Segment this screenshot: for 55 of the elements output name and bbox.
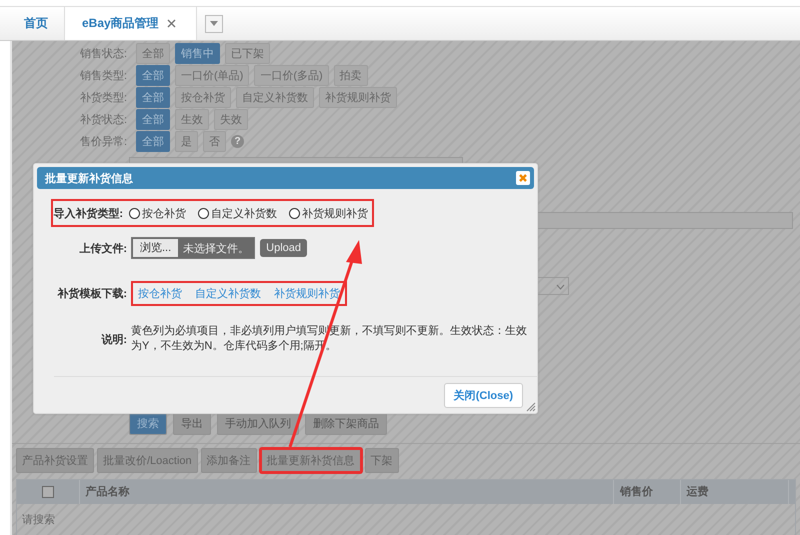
chevron-down-icon [556, 284, 565, 290]
toolbar-button[interactable]: 添加备注 [200, 448, 257, 473]
filter-option[interactable]: 自定义补货数 [236, 87, 314, 108]
tab-menu-button[interactable] [204, 14, 223, 32]
filter-option[interactable]: 失效 [214, 109, 248, 130]
toolbar-button[interactable]: 批量改价/Loaction [97, 448, 198, 473]
toolbar-button[interactable]: 产品补货设置 [16, 448, 94, 473]
checkbox[interactable] [42, 486, 54, 498]
filter-option[interactable]: 全部 [136, 109, 170, 130]
radio-option[interactable]: 补货规则补货 [289, 206, 368, 220]
filter-label: 销售状态: [80, 46, 128, 61]
filter-option[interactable]: 一口价(多品) [254, 65, 329, 86]
filter-label: 补货状态: [80, 112, 128, 127]
field-label: 说明: [100, 332, 127, 346]
help-badge[interactable]: ? [231, 135, 244, 148]
dialog-title: 批量更新补货信息 [45, 172, 133, 186]
close-button[interactable] [516, 171, 530, 185]
field-label: 上传文件: [78, 242, 127, 256]
close-button[interactable]: 关闭(Close) [444, 382, 523, 408]
download-link[interactable]: 按仓补货 [138, 286, 182, 301]
field-label: 补货模板下载: [56, 286, 127, 301]
filter-option[interactable]: 补货规则补货 [319, 87, 397, 108]
empty-message: 请搜索 [21, 512, 56, 528]
filter-option[interactable]: 销售中 [175, 43, 220, 64]
toolbar-button[interactable]: 批量更新补货信息 [260, 448, 362, 473]
filter-option[interactable]: 按仓补货 [175, 87, 231, 108]
filter-option[interactable]: 全部 [136, 43, 170, 64]
filter-option[interactable]: 拍卖 [334, 65, 368, 86]
download-link[interactable]: 自定义补货数 [195, 286, 261, 301]
column-header: 运费 [680, 480, 789, 504]
download-link[interactable]: 补货规则补货 [274, 286, 340, 301]
radio-option[interactable]: 按仓补货 [129, 206, 186, 220]
filter-option[interactable]: 全部 [136, 131, 170, 152]
filter-label: 售价异常: [80, 135, 128, 149]
filter-option[interactable]: 一口价(单品) [175, 65, 250, 86]
filter-option[interactable]: 生效 [175, 109, 209, 130]
column-header: 销售价 [614, 480, 681, 504]
filter-label: 销售类型: [80, 69, 128, 83]
upload-button[interactable]: Upload [260, 239, 308, 257]
resize-grip-icon[interactable] [526, 402, 536, 412]
close-icon[interactable] [166, 19, 176, 28]
column-header: 产品名称 [80, 480, 614, 504]
filter-option[interactable]: 已下架 [225, 43, 270, 64]
toolbar-button[interactable]: 下架 [364, 448, 399, 473]
filter-option[interactable]: 是 [175, 131, 198, 152]
tab[interactable]: eBay商品管理 [65, 7, 197, 40]
caret-icon [210, 21, 218, 26]
field-label: 导入补货类型: [53, 206, 123, 220]
close-icon [518, 173, 528, 183]
file-input[interactable]: 浏览... 未选择文件。 [131, 237, 256, 259]
filter-option[interactable]: 全部 [136, 65, 170, 86]
radio-option[interactable]: 自定义补货数 [198, 206, 277, 220]
filter-option[interactable]: 全部 [136, 87, 170, 108]
filter-label: 补货类型: [80, 90, 128, 105]
filter-option[interactable]: 否 [203, 131, 226, 152]
